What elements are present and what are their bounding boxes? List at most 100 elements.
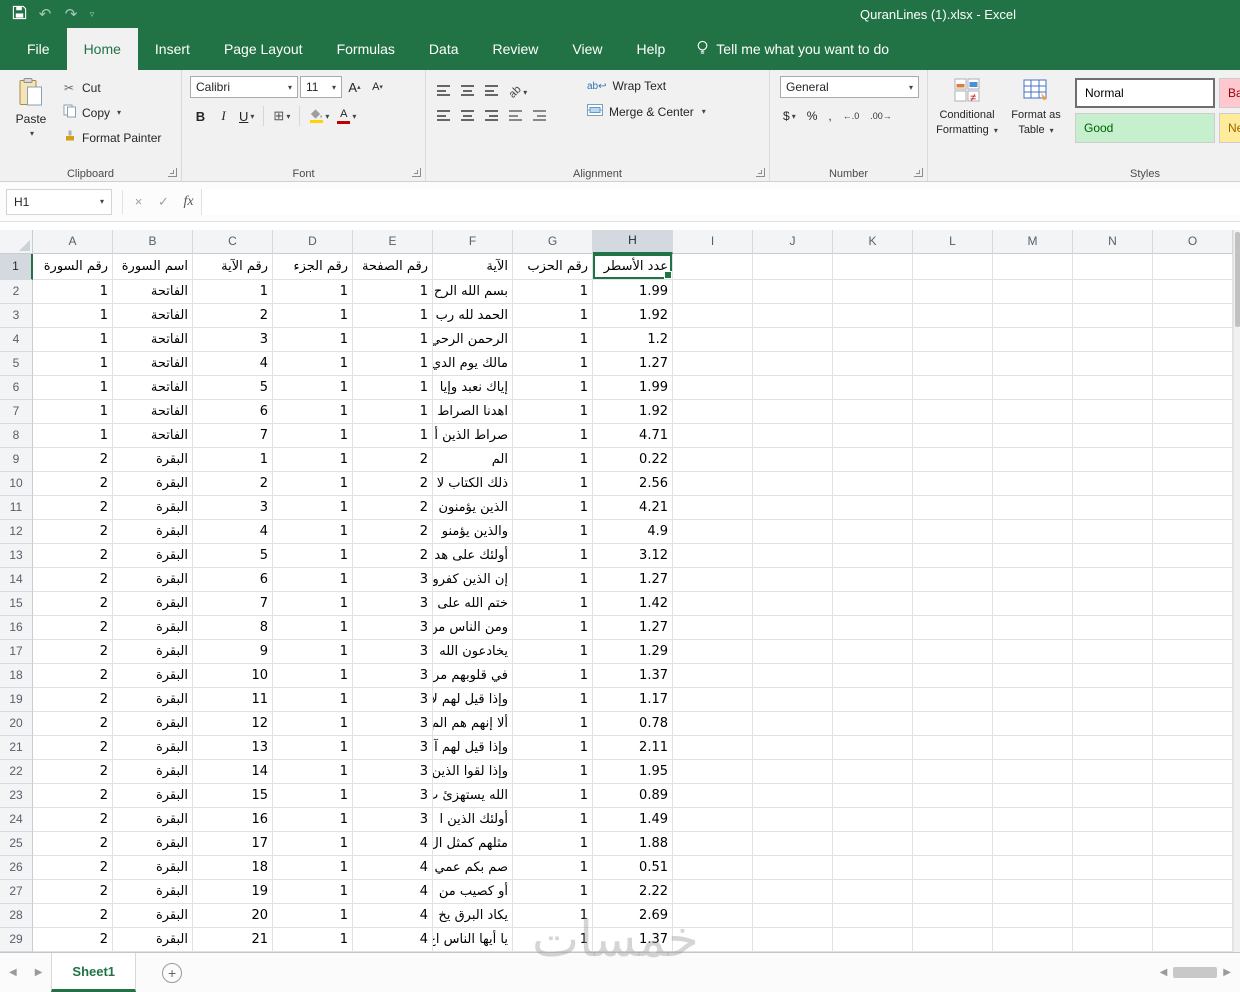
cell-F5[interactable]: مالك يوم الدي <box>433 352 513 376</box>
cell-H23[interactable]: 0.89 <box>593 784 673 808</box>
cell-H6[interactable]: 1.99 <box>593 376 673 400</box>
cell-N3[interactable] <box>1073 304 1153 328</box>
cell-D8[interactable]: 1 <box>273 424 353 448</box>
cell-H13[interactable]: 3.12 <box>593 544 673 568</box>
cell-D5[interactable]: 1 <box>273 352 353 376</box>
cell-I15[interactable] <box>673 592 753 616</box>
orientation-button[interactable]: ab▾ <box>507 83 528 100</box>
cell-K28[interactable] <box>833 904 913 928</box>
row-header-15[interactable]: 15 <box>0 592 33 616</box>
cell-I1[interactable] <box>673 254 753 280</box>
cell-G13[interactable]: 1 <box>513 544 593 568</box>
cell-I28[interactable] <box>673 904 753 928</box>
cell-H5[interactable]: 1.27 <box>593 352 673 376</box>
cell-D28[interactable]: 1 <box>273 904 353 928</box>
confirm-entry-icon[interactable]: ✓ <box>151 194 176 210</box>
cell-N20[interactable] <box>1073 712 1153 736</box>
cell-M19[interactable] <box>993 688 1073 712</box>
cell-I23[interactable] <box>673 784 753 808</box>
cell-N22[interactable] <box>1073 760 1153 784</box>
cell-F9[interactable]: الم <box>433 448 513 472</box>
cell-I5[interactable] <box>673 352 753 376</box>
cell-G19[interactable]: 1 <box>513 688 593 712</box>
cell-J6[interactable] <box>753 376 833 400</box>
cell-F7[interactable]: اهدنا الصراط <box>433 400 513 424</box>
cell-L29[interactable] <box>913 928 993 952</box>
underline-button[interactable]: U ▾ <box>236 105 257 127</box>
cell-C26[interactable]: 18 <box>193 856 273 880</box>
row-header-9[interactable]: 9 <box>0 448 33 472</box>
cell-H3[interactable]: 1.92 <box>593 304 673 328</box>
cell-O12[interactable] <box>1153 520 1233 544</box>
cell-E23[interactable]: 3 <box>353 784 433 808</box>
cell-E22[interactable]: 3 <box>353 760 433 784</box>
cell-B24[interactable]: البقرة <box>113 808 193 832</box>
row-header-13[interactable]: 13 <box>0 544 33 568</box>
cell-L11[interactable] <box>913 496 993 520</box>
cell-A10[interactable]: 2 <box>33 472 113 496</box>
cell-K4[interactable] <box>833 328 913 352</box>
cell-J13[interactable] <box>753 544 833 568</box>
cell-B19[interactable]: البقرة <box>113 688 193 712</box>
cell-I11[interactable] <box>673 496 753 520</box>
cell-L26[interactable] <box>913 856 993 880</box>
cell-L23[interactable] <box>913 784 993 808</box>
cell-B18[interactable]: البقرة <box>113 664 193 688</box>
cell-C13[interactable]: 5 <box>193 544 273 568</box>
insert-function-icon[interactable]: fx <box>176 194 201 210</box>
cell-A18[interactable]: 2 <box>33 664 113 688</box>
cell-N8[interactable] <box>1073 424 1153 448</box>
row-header-23[interactable]: 23 <box>0 784 33 808</box>
cell-M8[interactable] <box>993 424 1073 448</box>
cell-D17[interactable]: 1 <box>273 640 353 664</box>
cell-L7[interactable] <box>913 400 993 424</box>
cell-E21[interactable]: 3 <box>353 736 433 760</box>
new-sheet-button[interactable]: + <box>162 962 183 983</box>
cell-J16[interactable] <box>753 616 833 640</box>
cell-O6[interactable] <box>1153 376 1233 400</box>
cell-H19[interactable]: 1.17 <box>593 688 673 712</box>
cell-O8[interactable] <box>1153 424 1233 448</box>
cell-D14[interactable]: 1 <box>273 568 353 592</box>
cell-M17[interactable] <box>993 640 1073 664</box>
cell-I16[interactable] <box>673 616 753 640</box>
number-dialog-launcher-icon[interactable] <box>914 168 923 177</box>
cell-B10[interactable]: البقرة <box>113 472 193 496</box>
cell-style-normal[interactable]: Normal <box>1075 78 1215 108</box>
scroll-left-icon[interactable]: ◀ <box>1157 967 1171 978</box>
cell-C17[interactable]: 9 <box>193 640 273 664</box>
cell-C24[interactable]: 16 <box>193 808 273 832</box>
cell-L1[interactable] <box>913 254 993 280</box>
cell-N28[interactable] <box>1073 904 1153 928</box>
cell-A26[interactable]: 2 <box>33 856 113 880</box>
column-header-E[interactable]: E <box>353 230 433 254</box>
cell-H20[interactable]: 0.78 <box>593 712 673 736</box>
cell-O22[interactable] <box>1153 760 1233 784</box>
cell-G12[interactable]: 1 <box>513 520 593 544</box>
cell-L14[interactable] <box>913 568 993 592</box>
cell-N12[interactable] <box>1073 520 1153 544</box>
cell-K19[interactable] <box>833 688 913 712</box>
cell-C11[interactable]: 3 <box>193 496 273 520</box>
cell-M4[interactable] <box>993 328 1073 352</box>
align-left-icon[interactable] <box>437 110 450 121</box>
cell-H21[interactable]: 2.11 <box>593 736 673 760</box>
percent-style-button[interactable]: % <box>804 106 821 126</box>
cell-M10[interactable] <box>993 472 1073 496</box>
cell-N21[interactable] <box>1073 736 1153 760</box>
column-header-H[interactable]: H <box>593 230 673 254</box>
column-header-A[interactable]: A <box>33 230 113 254</box>
column-header-M[interactable]: M <box>993 230 1073 254</box>
cell-M12[interactable] <box>993 520 1073 544</box>
cell-A17[interactable]: 2 <box>33 640 113 664</box>
cell-K26[interactable] <box>833 856 913 880</box>
customize-quick-access-icon[interactable]: ▿ <box>84 9 100 20</box>
cell-I27[interactable] <box>673 880 753 904</box>
formula-input[interactable] <box>201 188 1240 215</box>
column-header-G[interactable]: G <box>513 230 593 254</box>
cell-E1[interactable]: رقم الصفحة <box>353 254 433 280</box>
row-header-17[interactable]: 17 <box>0 640 33 664</box>
cell-E3[interactable]: 1 <box>353 304 433 328</box>
wrap-text-button[interactable]: ab↩ Wrap Text <box>587 79 706 93</box>
cell-E20[interactable]: 3 <box>353 712 433 736</box>
